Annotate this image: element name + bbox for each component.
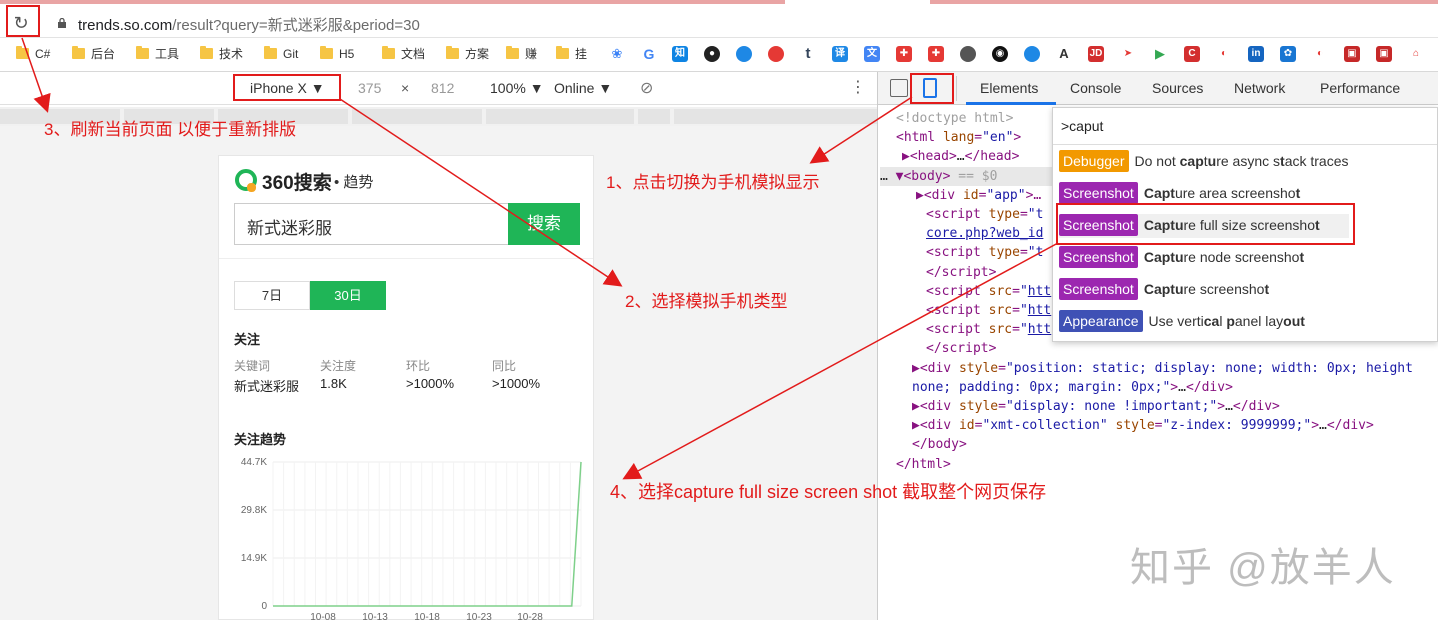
annotation-step1: 1、点击切换为手机模拟显示 xyxy=(606,173,820,192)
annotation-step2: 2、选择模拟手机类型 xyxy=(625,292,788,311)
annotation-step4: 4、选择capture full size screen shot 截取整个网页… xyxy=(610,482,1047,502)
annotation-step3: 3、刷新当前页面 以便于重新排版 xyxy=(44,120,297,139)
watermark: 知乎 @放羊人 xyxy=(1130,546,1396,590)
